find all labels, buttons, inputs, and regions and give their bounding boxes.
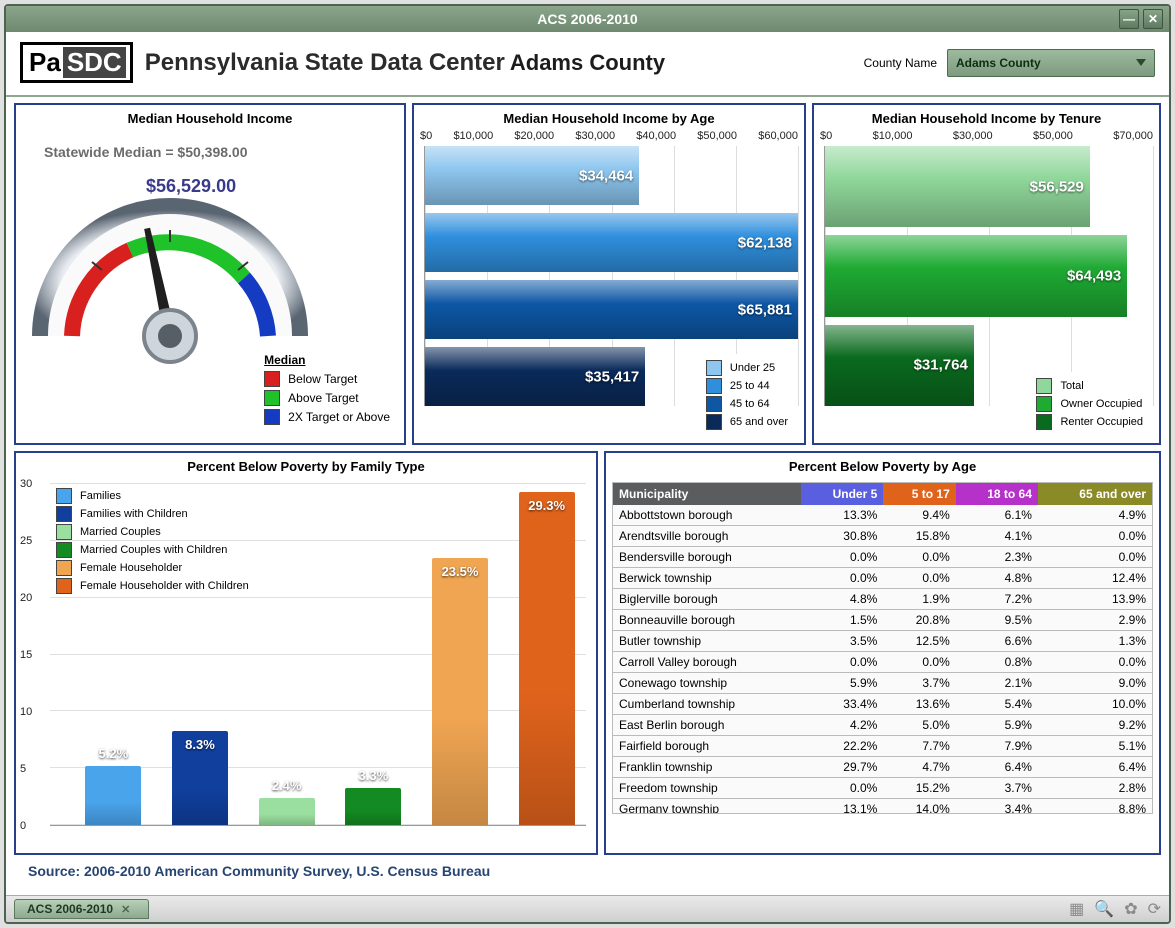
- bar-renter-occupied: $31,764: [825, 325, 974, 406]
- logo: PaSDC: [20, 42, 133, 83]
- picker-label: County Name: [864, 56, 937, 70]
- county-select-value: Adams County: [956, 56, 1041, 70]
- col-5-to-17[interactable]: 5 to 17: [883, 483, 955, 505]
- panel-title: Median Household Income by Age: [414, 105, 804, 130]
- bar-married-couples-with-children: 3.3%: [345, 788, 401, 826]
- sheet-tab-label: ACS 2006-2010: [27, 902, 113, 916]
- panel-title: Percent Below Poverty by Age: [606, 453, 1159, 478]
- chart-poverty-family: 051015202530 5.2%8.3%2.4%3.3%23.5%29.3% …: [16, 478, 596, 852]
- table-row[interactable]: Berwick township0.0%0.0%4.8%12.4%: [613, 568, 1152, 589]
- gauge-legend: Median Below Target Above Target 2X Targ…: [264, 353, 390, 428]
- table-row[interactable]: Biglerville borough4.8%1.9%7.2%13.9%: [613, 589, 1152, 610]
- gauge-chart: [30, 156, 310, 386]
- county-select[interactable]: Adams County: [947, 49, 1155, 77]
- close-icon[interactable]: ✕: [121, 903, 130, 916]
- panel-title: Percent Below Poverty by Family Type: [16, 453, 596, 478]
- bar-married-couples: 2.4%: [259, 798, 315, 825]
- bar-total: $56,529: [825, 146, 1090, 227]
- bar-owner-occupied: $64,493: [825, 235, 1127, 316]
- panel-poverty-family: Percent Below Poverty by Family Type 051…: [14, 451, 598, 855]
- table-row[interactable]: East Berlin borough4.2%5.0%5.9%9.2%: [613, 715, 1152, 736]
- panel-title: Median Household Income: [16, 105, 404, 130]
- chart-income-age: $0$10,000$20,000$30,000$40,000$50,000$60…: [414, 130, 804, 442]
- table-row[interactable]: Bendersville borough0.0%0.0%2.3%0.0%: [613, 547, 1152, 568]
- window-titlebar: ACS 2006-2010 — ✕: [6, 6, 1169, 32]
- minimize-button[interactable]: —: [1119, 9, 1139, 29]
- close-button[interactable]: ✕: [1143, 9, 1163, 29]
- bar-families: 5.2%: [85, 766, 141, 825]
- panel-income-age: Median Household Income by Age $0$10,000…: [412, 103, 806, 445]
- bar-25-to-44: $62,138: [425, 213, 798, 272]
- chevron-down-icon: [1136, 59, 1146, 66]
- table-row[interactable]: Arendtsville borough30.8%15.8%4.1%0.0%: [613, 526, 1152, 547]
- table-scroll[interactable]: MunicipalityUnder 55 to 1718 to 6465 and…: [612, 482, 1153, 814]
- col-65-and-over[interactable]: 65 and over: [1038, 483, 1152, 505]
- panel-poverty-age: Percent Below Poverty by Age Municipalit…: [604, 451, 1161, 855]
- grid-icon[interactable]: ▦: [1069, 899, 1084, 919]
- county-title: Adams County: [510, 50, 665, 76]
- gauge-legend-title: Median: [264, 353, 390, 367]
- palette-icon[interactable]: ✿: [1124, 899, 1137, 919]
- panel-median-income: Median Household Income Statewide Median…: [14, 103, 406, 445]
- search-icon[interactable]: 🔍: [1094, 899, 1114, 919]
- table-row[interactable]: Carroll Valley borough0.0%0.0%0.8%0.0%: [613, 652, 1152, 673]
- sheet-tab[interactable]: ACS 2006-2010 ✕: [14, 899, 149, 919]
- table-row[interactable]: Conewago township5.9%3.7%2.1%9.0%: [613, 673, 1152, 694]
- col-under-5[interactable]: Under 5: [801, 483, 883, 505]
- table-row[interactable]: Butler township3.5%12.5%6.6%1.3%: [613, 631, 1152, 652]
- table-row[interactable]: Franklin township29.7%4.7%6.4%6.4%: [613, 757, 1152, 778]
- table-row[interactable]: Germany township13.1%14.0%3.4%8.8%: [613, 799, 1152, 815]
- bar-families-with-children: 8.3%: [172, 731, 228, 825]
- source-label: Source: 2006-2010 American Community Sur…: [14, 855, 1161, 889]
- chart-income-tenure: $0$10,000$30,000$50,000$70,000 $56,529$6…: [814, 130, 1159, 442]
- panel-income-tenure: Median Household Income by Tenure $0$10,…: [812, 103, 1161, 445]
- brand-title: Pennsylvania State Data Center: [145, 49, 505, 77]
- bar-65-and-over: $35,417: [425, 347, 645, 406]
- col-18-to-64[interactable]: 18 to 64: [956, 483, 1038, 505]
- window-title: ACS 2006-2010: [537, 11, 637, 27]
- table-row[interactable]: Bonneauville borough1.5%20.8%9.5%2.9%: [613, 610, 1152, 631]
- panel-title: Median Household Income by Tenure: [814, 105, 1159, 130]
- bar-female-householder-with-children: 29.3%: [519, 492, 575, 825]
- poverty-age-table: MunicipalityUnder 55 to 1718 to 6465 and…: [613, 483, 1152, 814]
- table-row[interactable]: Fairfield borough22.2%7.7%7.9%5.1%: [613, 736, 1152, 757]
- bar-female-householder: 23.5%: [432, 558, 488, 825]
- table-row[interactable]: Cumberland township33.4%13.6%5.4%10.0%: [613, 694, 1152, 715]
- refresh-icon[interactable]: ⟳: [1148, 899, 1161, 919]
- col-municipality[interactable]: Municipality: [613, 483, 801, 505]
- bar-under-25: $34,464: [425, 146, 639, 205]
- table-row[interactable]: Freedom township0.0%15.2%3.7%2.8%: [613, 778, 1152, 799]
- table-row[interactable]: Abbottstown borough13.3%9.4%6.1%4.9%: [613, 505, 1152, 526]
- bar-45-to-64: $65,881: [425, 280, 798, 339]
- status-bar: ACS 2006-2010 ✕ ▦ 🔍 ✿ ⟳: [6, 895, 1169, 922]
